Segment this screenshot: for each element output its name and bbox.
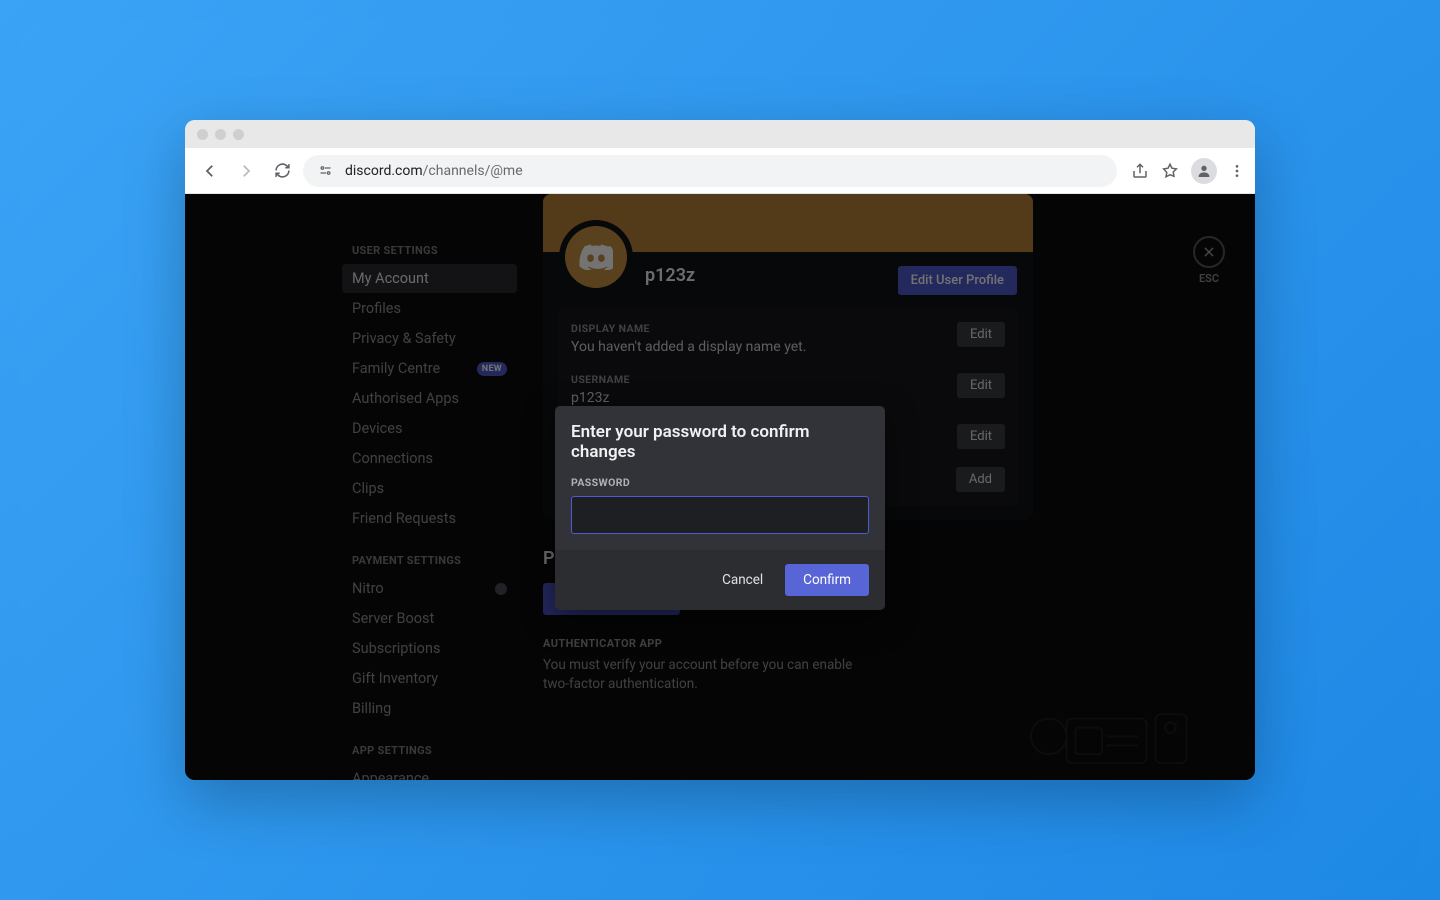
sidebar-item[interactable]: Profiles bbox=[342, 294, 517, 323]
field-edit-button[interactable]: Edit bbox=[957, 322, 1005, 347]
sidebar-item[interactable]: Subscriptions bbox=[342, 634, 517, 663]
sidebar-section-header: PAYMENT SETTINGS bbox=[342, 548, 517, 573]
sidebar-item-label: Gift Inventory bbox=[352, 670, 438, 687]
share-icon[interactable] bbox=[1131, 162, 1149, 180]
password-confirm-modal: Enter your password to confirm changes P… bbox=[555, 406, 885, 610]
modal-title: Enter your password to confirm changes bbox=[571, 422, 869, 462]
field-value: p123z bbox=[571, 390, 630, 406]
sidebar-item-label: Profiles bbox=[352, 300, 401, 317]
sidebar-item-label: Family Centre bbox=[352, 360, 440, 377]
decorative-illustration bbox=[1021, 692, 1201, 772]
discord-viewport: USER SETTINGS My Account Profiles Privacy &… bbox=[185, 194, 1255, 780]
profile-field-row: USERNAME p123z Edit bbox=[571, 373, 1005, 406]
nitro-gem-icon bbox=[495, 583, 507, 595]
site-settings-icon[interactable] bbox=[315, 161, 335, 181]
sidebar-item[interactable]: Devices bbox=[342, 414, 517, 443]
password-field-label: PASSWORD bbox=[571, 476, 869, 489]
sidebar-item[interactable]: Server Boost bbox=[342, 604, 517, 633]
sidebar-item-label: Privacy & Safety bbox=[352, 330, 456, 347]
sidebar-item-label: Billing bbox=[352, 700, 391, 717]
sidebar-item[interactable]: Gift Inventory bbox=[342, 664, 517, 693]
sidebar-item-label: Devices bbox=[352, 420, 402, 437]
traffic-light-close[interactable] bbox=[197, 129, 208, 140]
profile-field-row: DISPLAY NAME You haven't added a display … bbox=[571, 322, 1005, 355]
browser-menu-icon[interactable] bbox=[1229, 163, 1245, 179]
field-edit-button[interactable]: Edit bbox=[957, 373, 1005, 398]
sidebar-item[interactable]: Authorised Apps bbox=[342, 384, 517, 413]
esc-label: ESC bbox=[1193, 272, 1225, 285]
traffic-light-min[interactable] bbox=[215, 129, 226, 140]
settings-sidebar: USER SETTINGS My Account Profiles Privacy &… bbox=[342, 238, 517, 780]
discord-logo-icon bbox=[565, 226, 627, 288]
sidebar-item[interactable]: Connections bbox=[342, 444, 517, 473]
cancel-button[interactable]: Cancel bbox=[708, 564, 777, 596]
browser-toolbar: discord.com/channels/@me bbox=[185, 148, 1255, 194]
sidebar-item[interactable]: Nitro bbox=[342, 574, 517, 603]
password-input[interactable] bbox=[571, 496, 869, 534]
sidebar-item-label: Nitro bbox=[352, 580, 384, 597]
bookmark-star-icon[interactable] bbox=[1161, 162, 1179, 180]
sidebar-item-label: Friend Requests bbox=[352, 510, 456, 527]
sidebar-item[interactable]: My Account bbox=[342, 264, 517, 293]
back-button[interactable] bbox=[195, 156, 225, 186]
reload-button[interactable] bbox=[267, 156, 297, 186]
sidebar-item-label: Authorised Apps bbox=[352, 390, 459, 407]
authenticator-app-description: You must verify your account before you … bbox=[543, 656, 873, 694]
address-bar[interactable]: discord.com/channels/@me bbox=[303, 155, 1117, 187]
field-edit-button[interactable]: Edit bbox=[957, 424, 1005, 449]
sidebar-item-label: Connections bbox=[352, 450, 433, 467]
sidebar-item[interactable]: Billing bbox=[342, 694, 517, 723]
forward-button[interactable] bbox=[231, 156, 261, 186]
window-titlebar bbox=[185, 120, 1255, 148]
sidebar-item-label: My Account bbox=[352, 270, 429, 287]
url-host: discord.com/channels/@me bbox=[345, 163, 523, 179]
sidebar-item-label: Appearance bbox=[352, 770, 429, 780]
sidebar-item[interactable]: Friend Requests bbox=[342, 504, 517, 533]
field-label: USERNAME bbox=[571, 373, 630, 386]
field-value: You haven't added a display name yet. bbox=[571, 339, 806, 355]
sidebar-item-label: Subscriptions bbox=[352, 640, 440, 657]
browser-profile-icon[interactable] bbox=[1191, 158, 1217, 184]
field-label: DISPLAY NAME bbox=[571, 322, 806, 335]
sidebar-item-label: Server Boost bbox=[352, 610, 434, 627]
sidebar-item-label: Clips bbox=[352, 480, 384, 497]
traffic-light-max[interactable] bbox=[233, 129, 244, 140]
profile-username: p123z bbox=[645, 265, 695, 286]
browser-window: discord.com/channels/@me USER SETTINGS My… bbox=[185, 120, 1255, 780]
settings-sidebar-column: USER SETTINGS My Account Profiles Privacy &… bbox=[185, 194, 525, 780]
profile-avatar[interactable] bbox=[559, 220, 633, 294]
field-edit-button[interactable]: Add bbox=[956, 467, 1005, 492]
sidebar-item[interactable]: Privacy & Safety bbox=[342, 324, 517, 353]
sidebar-section-header: USER SETTINGS bbox=[342, 238, 517, 263]
sidebar-section-header: APP SETTINGS bbox=[342, 738, 517, 763]
desktop-background: discord.com/channels/@me USER SETTINGS My… bbox=[20, 20, 1420, 880]
close-icon bbox=[1193, 236, 1225, 268]
close-settings-button[interactable]: ESC bbox=[1193, 236, 1225, 285]
edit-user-profile-button[interactable]: Edit User Profile bbox=[898, 266, 1017, 295]
authenticator-app-label: AUTHENTICATOR APP bbox=[543, 637, 1219, 650]
sidebar-item[interactable]: Appearance bbox=[342, 764, 517, 780]
new-badge: NEW bbox=[477, 362, 507, 376]
sidebar-item[interactable]: Clips bbox=[342, 474, 517, 503]
sidebar-item[interactable]: Family Centre NEW bbox=[342, 354, 517, 383]
confirm-button[interactable]: Confirm bbox=[785, 564, 869, 596]
